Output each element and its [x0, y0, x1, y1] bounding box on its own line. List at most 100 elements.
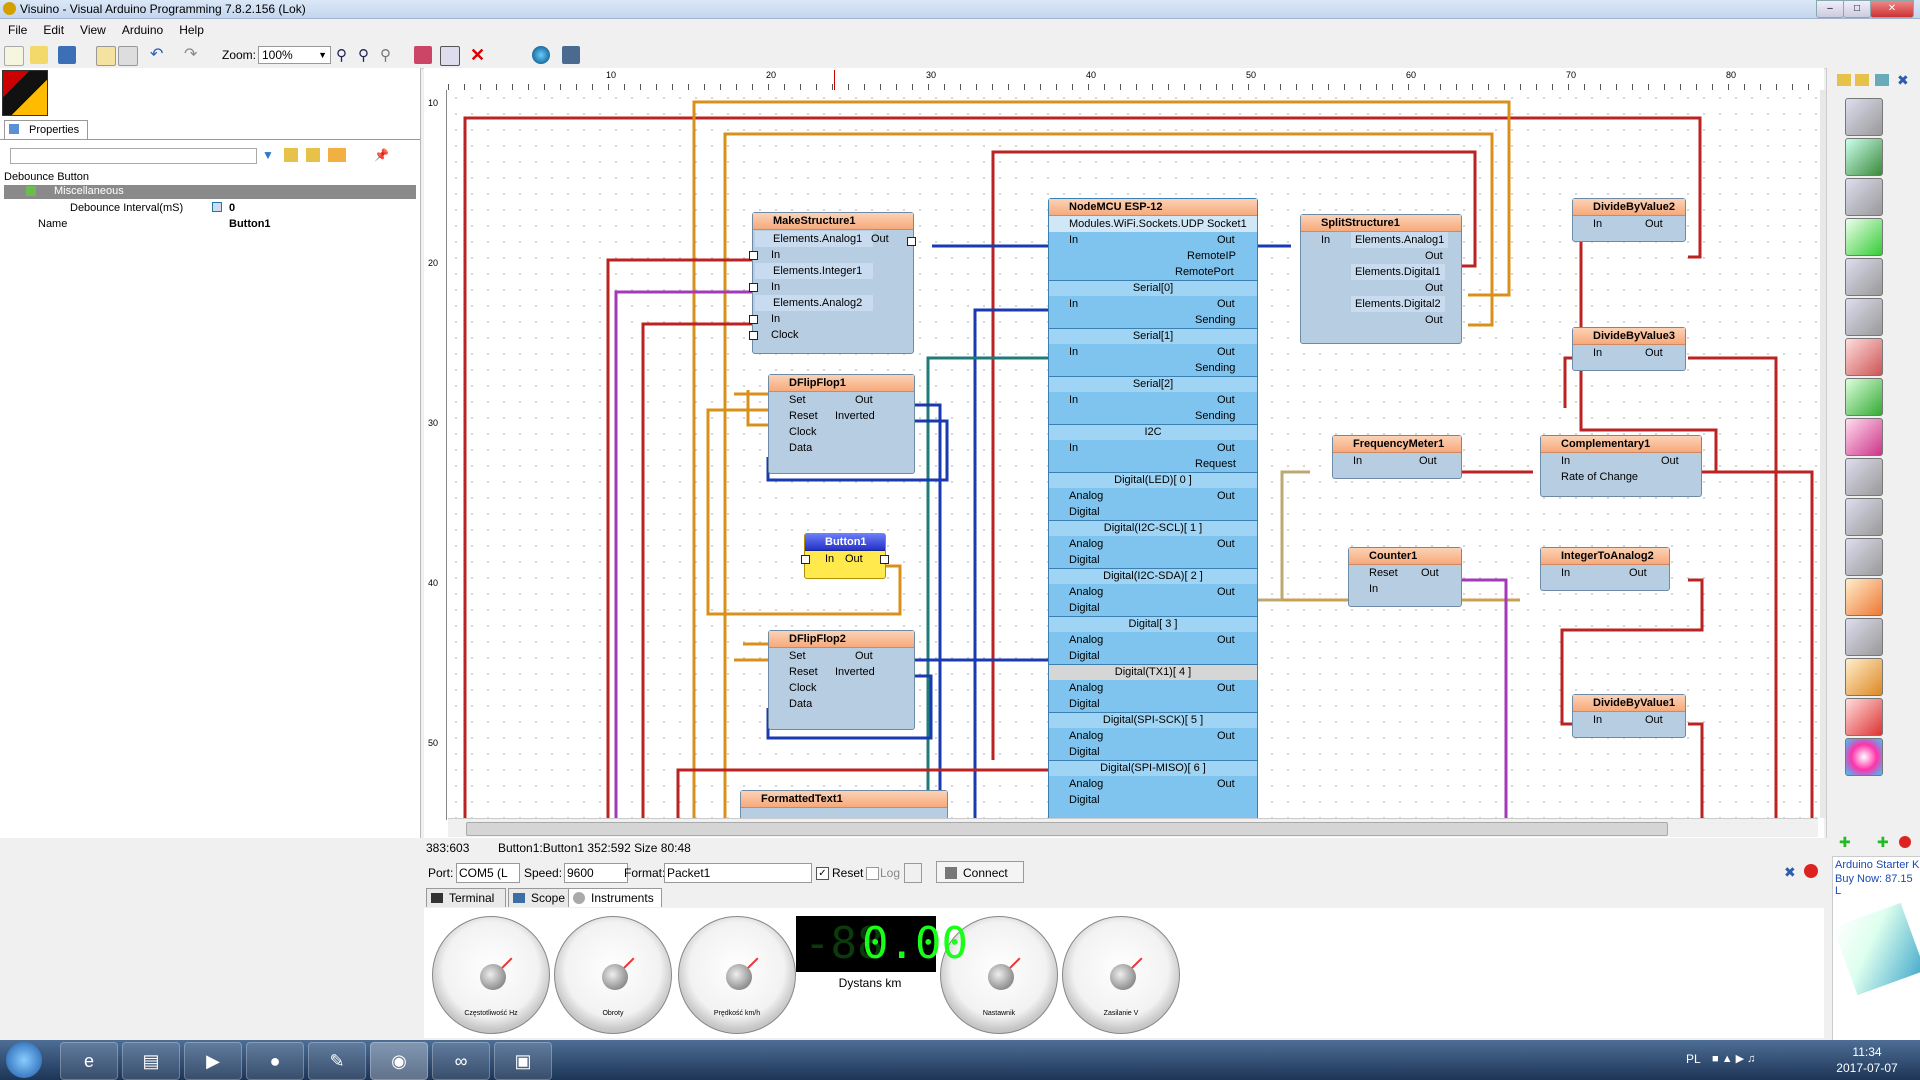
log-checkbox[interactable]	[866, 867, 879, 880]
media-taskbar-icon[interactable]: ▶	[184, 1042, 242, 1080]
ie-taskbar-icon[interactable]: e	[60, 1042, 118, 1080]
ad-title[interactable]: Arduino Starter K	[1835, 859, 1919, 871]
ad-panel[interactable]: Arduino Starter K Buy Now: 87.15 L	[1832, 856, 1920, 1044]
reset-checkbox[interactable]: ✓	[816, 867, 829, 880]
diagram-grid[interactable]: MakeStructure1 Elements.Analog1 In Eleme…	[448, 90, 1818, 820]
divide-by-value3-component[interactable]: DivideByValue3 In Out	[1572, 327, 1686, 371]
palette-text-icon[interactable]	[1845, 338, 1883, 376]
delete-icon[interactable]: ✕	[470, 46, 488, 64]
expand-icon[interactable]	[212, 202, 222, 212]
log-file-icon[interactable]	[904, 863, 922, 883]
horizontal-scrollbar[interactable]	[448, 818, 1818, 837]
plugin-icon[interactable]: ✚	[1877, 834, 1889, 851]
power-icon[interactable]	[1899, 836, 1911, 848]
save-icon[interactable]	[58, 46, 76, 64]
category-row[interactable]: Miscellaneous	[4, 185, 416, 199]
dflipflop1-component[interactable]: DFlipFlop1 Set Out Reset Inverted Clock Da…	[768, 374, 915, 474]
board-icon[interactable]	[440, 46, 460, 66]
tab-properties[interactable]: Properties	[4, 120, 88, 139]
port-select[interactable]: COM5 (L	[456, 863, 520, 883]
palette-timer-icon[interactable]	[1845, 618, 1883, 656]
filter-icon[interactable]: ▼	[262, 148, 276, 162]
palette-display-icon[interactable]	[1845, 218, 1883, 256]
maximize-button[interactable]: □	[1843, 0, 1871, 18]
output-pin[interactable]	[907, 237, 916, 246]
new-file-icon[interactable]	[4, 46, 24, 66]
add-icon[interactable]: ✚	[1839, 834, 1851, 851]
menu-help[interactable]: Help	[171, 22, 212, 38]
ad-price[interactable]: Buy Now: 87.15 L	[1835, 873, 1920, 897]
nodemcu-component[interactable]: NodeMCU ESP-12 Modules.WiFi.Sockets.UDP …	[1048, 198, 1258, 820]
palette-motor-icon[interactable]	[1845, 298, 1883, 336]
tab-scope[interactable]: Scope	[508, 888, 574, 907]
divide-by-value2-component[interactable]: DivideByValue2 In Out	[1572, 198, 1686, 242]
open-folder-icon[interactable]	[30, 46, 48, 64]
integer-to-analog-component[interactable]: IntegerToAnalog2 In Out	[1540, 547, 1670, 591]
palette-convert-icon[interactable]	[1845, 378, 1883, 416]
dflipflop2-component[interactable]: DFlipFlop2 Set Out Reset Inverted Clock Da…	[768, 630, 915, 730]
make-structure-component[interactable]: MakeStructure1 Elements.Analog1 In Eleme…	[749, 212, 916, 354]
palette-flow-icon[interactable]	[1845, 658, 1883, 696]
palette-integer-icon[interactable]	[1845, 258, 1883, 296]
explorer-taskbar-icon[interactable]: ▤	[122, 1042, 180, 1080]
zoom-select[interactable]: 100% ▼	[258, 46, 331, 64]
compile-icon[interactable]	[414, 46, 432, 64]
split-structure-component[interactable]: SplitStructure1 In Elements.Analog1 Out E…	[1300, 214, 1462, 344]
property-value-debounce[interactable]: 0	[229, 202, 235, 214]
minimize-button[interactable]: –	[1816, 0, 1844, 18]
grid-icon[interactable]	[118, 46, 138, 66]
palette-board-icon[interactable]	[1845, 138, 1883, 176]
palette-rgb-icon[interactable]	[1845, 738, 1883, 776]
formatted-text-component[interactable]: FormattedText1	[740, 790, 948, 820]
palette-folder-open-icon[interactable]	[1855, 74, 1869, 86]
property-search-input[interactable]	[10, 148, 257, 164]
paint-taskbar-icon[interactable]: ✎	[308, 1042, 366, 1080]
close-window-button[interactable]: ✕	[1870, 0, 1914, 18]
palette-color-icon[interactable]	[1845, 418, 1883, 456]
palette-keypad-icon[interactable]	[1845, 178, 1883, 216]
palette-folder-icon[interactable]	[1837, 74, 1851, 86]
counter-component[interactable]: Counter1 Reset Out In	[1348, 547, 1462, 607]
button1-component[interactable]: Button1 In Out	[801, 533, 889, 579]
output-pin[interactable]	[880, 555, 889, 564]
input-pin[interactable]	[801, 555, 810, 564]
tab-terminal[interactable]: Terminal	[426, 888, 506, 907]
firefox-taskbar-icon[interactable]: ●	[246, 1042, 304, 1080]
clock[interactable]: 11:34 2017-07-07	[1822, 1044, 1912, 1076]
arduino-taskbar-icon[interactable]: ∞	[432, 1042, 490, 1080]
web-icon[interactable]	[532, 46, 550, 64]
menu-edit[interactable]: Edit	[35, 22, 72, 38]
folder-icon[interactable]	[284, 148, 298, 162]
visuino-taskbar-icon[interactable]: ◉	[370, 1042, 428, 1080]
undo-icon[interactable]: ↶	[150, 46, 168, 64]
palette-search-icon[interactable]	[1845, 98, 1883, 136]
palette-math-icon[interactable]	[1845, 578, 1883, 616]
complementary-component[interactable]: Complementary1 In Out Rate of Change	[1540, 435, 1702, 497]
pin-icon[interactable]: 📌	[374, 148, 389, 162]
zoom-in-icon[interactable]: ⚲	[336, 46, 354, 64]
tools-icon[interactable]: ✖	[1784, 864, 1796, 881]
palette-sort-icon[interactable]	[1875, 74, 1889, 86]
palette-memory-icon[interactable]	[1845, 538, 1883, 576]
redo-icon[interactable]: ↷	[184, 46, 202, 64]
tray-icons[interactable]: ■ ▲ ▶ ♫	[1712, 1052, 1792, 1066]
input-pin[interactable]	[749, 315, 758, 324]
serial-icon[interactable]	[562, 46, 580, 64]
zoom-out-icon[interactable]: ⚲	[358, 46, 376, 64]
window-taskbar-icon[interactable]: ▣	[494, 1042, 552, 1080]
palette-tools-icon[interactable]: ✖	[1897, 72, 1909, 89]
start-button[interactable]	[6, 1042, 42, 1078]
divide-by-value1-component[interactable]: DivideByValue1 In Out	[1572, 694, 1686, 738]
folder-open-icon[interactable]	[306, 148, 320, 162]
palette-wave-icon[interactable]	[1845, 498, 1883, 536]
input-pin[interactable]	[749, 331, 758, 340]
palette-analog-icon[interactable]	[1845, 698, 1883, 736]
frequency-meter-component[interactable]: FrequencyMeter1 In Out	[1332, 435, 1462, 479]
stop-icon[interactable]	[1804, 864, 1818, 878]
scroll-thumb[interactable]	[466, 822, 1668, 836]
input-pin[interactable]	[749, 251, 758, 260]
language-indicator[interactable]: PL	[1686, 1052, 1701, 1066]
layout-toggle-icon[interactable]	[328, 148, 346, 162]
tab-instruments[interactable]: Instruments	[568, 888, 662, 907]
menu-view[interactable]: View	[72, 22, 114, 38]
